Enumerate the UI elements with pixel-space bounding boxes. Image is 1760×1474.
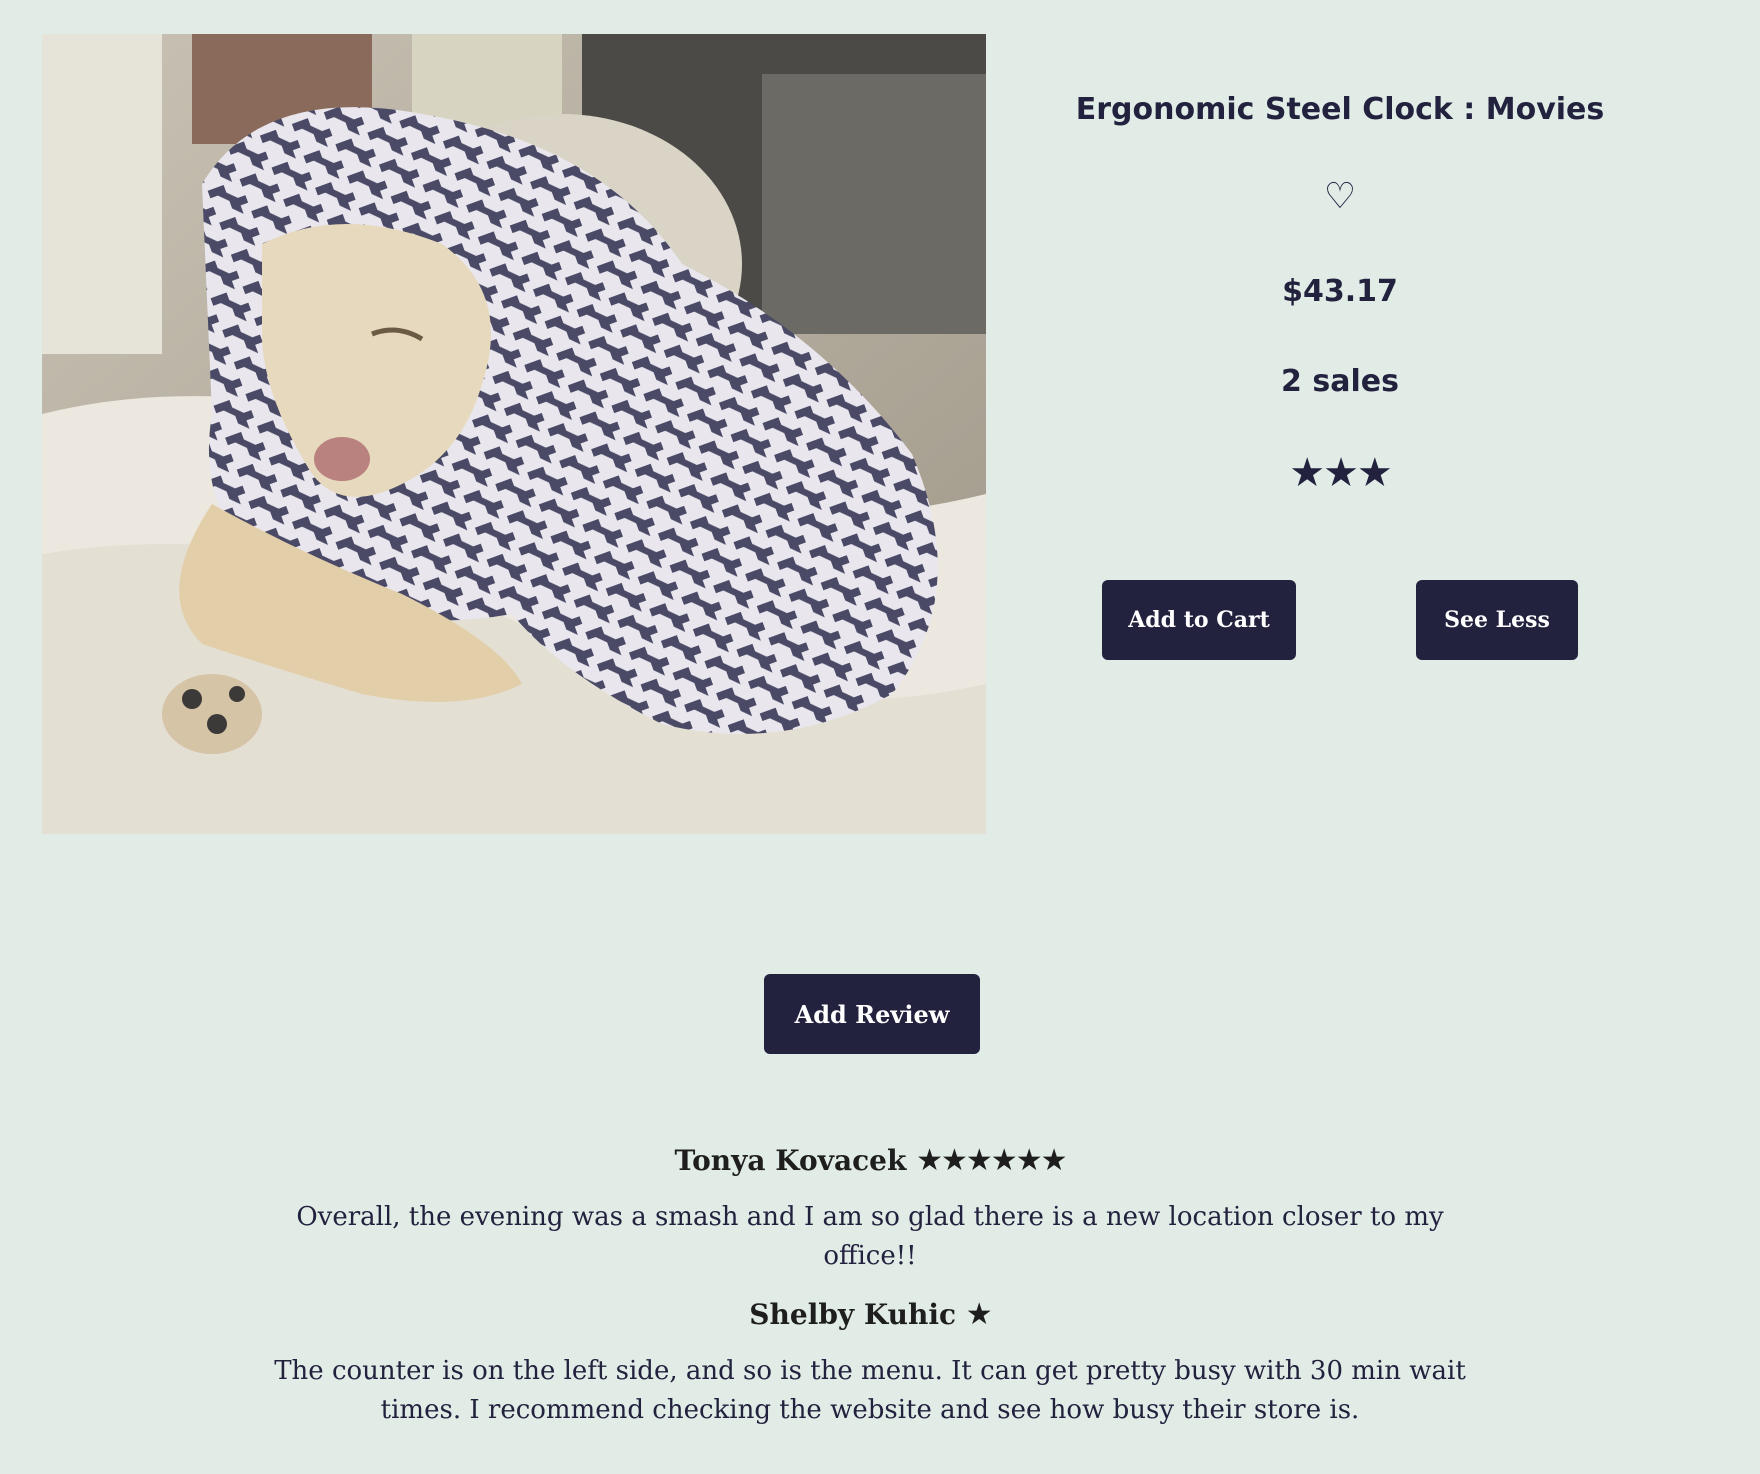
review-author: Tonya Kovacek [674,1144,907,1177]
add-review-button[interactable]: Add Review [764,974,980,1054]
heart-icon[interactable]: ♡ [1040,176,1640,217]
product-image [42,34,986,834]
add-to-cart-button[interactable]: Add to Cart [1102,580,1296,660]
review-item: Tonya Kovacek ★★★★★★ Overall, the evenin… [180,1136,1560,1276]
product-price: $43.17 [1282,274,1398,309]
rating-stars: ★★★ [1289,450,1393,496]
dog-photo-illustration [42,34,986,834]
see-less-button[interactable]: See Less [1416,580,1578,660]
review-header: Tonya Kovacek ★★★★★★ [180,1136,1560,1186]
product-title: Ergonomic Steel Clock : Movies [1075,92,1605,127]
review-stars: ★ [965,1297,993,1332]
sales-count: 2 sales [1281,364,1399,399]
review-header: Shelby Kuhic ★ [180,1290,1560,1340]
review-item: Shelby Kuhic ★ The counter is on the lef… [180,1290,1560,1430]
review-stars: ★★★★★★ [916,1143,1067,1178]
review-body: The counter is on the left side, and so … [274,1356,1466,1425]
reviews-list: Tonya Kovacek ★★★★★★ Overall, the evenin… [180,1136,1560,1444]
review-body: Overall, the evening was a smash and I a… [296,1202,1444,1271]
review-author: Shelby Kuhic [749,1298,957,1331]
